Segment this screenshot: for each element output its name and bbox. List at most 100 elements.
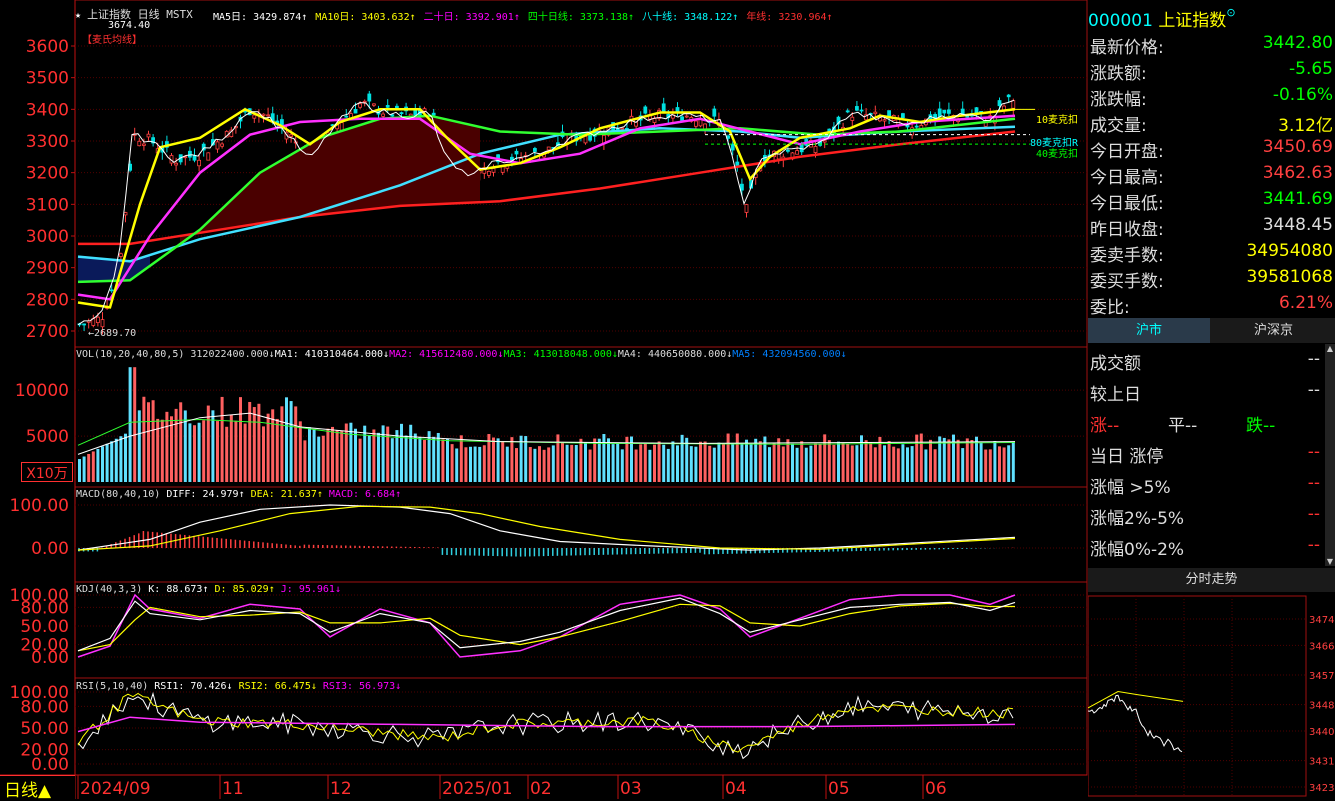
main-chart[interactable]: 3600 3500 3400 3300 3200 3100 3000 2900 2800 2700… bbox=[0, 0, 1088, 799]
volume-bar bbox=[597, 438, 601, 482]
volume-bar bbox=[841, 442, 845, 482]
price-tick-label: 3000 bbox=[26, 227, 69, 247]
volume-bar bbox=[404, 435, 408, 482]
price-tick-label: 2800 bbox=[26, 290, 69, 310]
ma-legend-item: 年线: 3230.964↑ bbox=[746, 12, 833, 23]
volume-bar bbox=[165, 411, 169, 482]
volume-bar bbox=[423, 440, 426, 482]
volume-bar bbox=[919, 433, 923, 482]
volume-bar bbox=[827, 440, 831, 482]
candle-body bbox=[96, 316, 100, 324]
time-tick-label: 2024/09 bbox=[80, 779, 151, 799]
volume-bar bbox=[441, 439, 445, 482]
volume-bar bbox=[809, 445, 813, 482]
candle-body bbox=[583, 135, 588, 144]
volume-bar bbox=[712, 447, 716, 482]
volume-bar bbox=[758, 441, 762, 482]
volume-bar bbox=[639, 444, 643, 482]
volume-bar bbox=[740, 443, 744, 482]
scroll-up-icon[interactable]: ▲ bbox=[1325, 344, 1335, 353]
candle-body bbox=[850, 116, 855, 121]
volume-bar bbox=[910, 446, 914, 482]
candle-body bbox=[942, 109, 947, 114]
candle-body bbox=[730, 143, 735, 151]
volume-bar bbox=[528, 447, 532, 482]
quote-value: 6.21% bbox=[1278, 293, 1333, 313]
intraday-tick-label: 3448 bbox=[1309, 701, 1334, 712]
candle-body bbox=[339, 122, 344, 131]
volume-bar bbox=[942, 437, 946, 482]
volume-bar bbox=[432, 436, 436, 482]
volume-bar bbox=[321, 435, 325, 482]
volume-bar bbox=[464, 447, 468, 482]
volume-bar bbox=[906, 447, 909, 482]
volume-bar bbox=[216, 421, 219, 482]
quote-value: -5.65 bbox=[1289, 59, 1333, 79]
volume-bar bbox=[271, 409, 275, 482]
volume-bar bbox=[298, 421, 302, 482]
rsi-tick-label: 0.00 bbox=[31, 755, 69, 775]
rsi-tick-label: 80.00 bbox=[20, 697, 69, 717]
volume-bar bbox=[703, 441, 707, 482]
volume-bar bbox=[768, 447, 771, 482]
intraday-title[interactable]: 分时走势 bbox=[1088, 568, 1335, 592]
volume-bar bbox=[289, 401, 293, 482]
volume-bar bbox=[873, 447, 877, 482]
intraday-tick-label: 3423 bbox=[1309, 783, 1334, 794]
volume-bar bbox=[685, 437, 689, 482]
intraday-tick-label: 3440 bbox=[1309, 727, 1334, 738]
volume-bar bbox=[225, 426, 229, 482]
volume-bar bbox=[749, 444, 753, 482]
tab-shanghai[interactable]: 沪市 bbox=[1088, 318, 1210, 343]
candle-body bbox=[367, 93, 372, 102]
quote-value: 34954080 bbox=[1246, 241, 1333, 261]
volume-bar bbox=[731, 443, 735, 482]
intraday-chart[interactable]: 3474 3466 3457 3448 3440 3431 3423 bbox=[1088, 592, 1335, 799]
price-tick-label: 2700 bbox=[26, 322, 69, 342]
candle-body bbox=[744, 204, 749, 213]
volume-bar bbox=[533, 448, 537, 482]
candle-body bbox=[206, 152, 211, 161]
candle-body bbox=[620, 127, 625, 130]
volume-bar bbox=[722, 443, 725, 482]
tab-all-markets[interactable]: 沪深京 bbox=[1212, 318, 1335, 343]
quote-row: 委比: 6.21% bbox=[1088, 291, 1335, 318]
scroll-down-icon[interactable]: ▼ bbox=[1325, 557, 1335, 566]
intraday-price-line bbox=[1088, 694, 1183, 753]
volume-bar bbox=[818, 444, 822, 482]
candle-body bbox=[997, 100, 1002, 107]
volume-bar bbox=[556, 434, 560, 482]
volume-bar bbox=[735, 433, 739, 482]
candle-body bbox=[344, 115, 349, 118]
volume-bar bbox=[473, 446, 477, 482]
quote-row: 昨日收盘: 3448.45 bbox=[1088, 213, 1335, 240]
volume-bar bbox=[234, 420, 238, 482]
period-button[interactable]: 日线▲ bbox=[0, 775, 75, 801]
candle-body bbox=[533, 148, 537, 152]
volume-bar bbox=[151, 400, 155, 482]
info-icon[interactable]: ⊙ bbox=[1226, 6, 1235, 19]
quote-row: 最新价格: 3442.80 bbox=[1088, 31, 1335, 58]
quote-label: 今日开盘: bbox=[1090, 142, 1164, 162]
volume-bar bbox=[377, 432, 380, 482]
quote-label: 最新价格: bbox=[1090, 38, 1164, 58]
candle-body bbox=[422, 108, 427, 112]
candle-body bbox=[187, 150, 192, 158]
stats-scrollbar[interactable]: ▲ ▼ bbox=[1325, 344, 1335, 566]
volume-bar bbox=[455, 448, 459, 482]
stat-vs-prev: 较上日 -- bbox=[1090, 380, 1320, 405]
volume-bar bbox=[331, 426, 334, 482]
volume-bar bbox=[294, 406, 298, 482]
peak-marker: 3674.40 bbox=[108, 20, 151, 31]
candle-body bbox=[514, 150, 519, 155]
volume-bar bbox=[1007, 445, 1011, 482]
time-tick-label: 11 bbox=[222, 779, 244, 799]
volume-bar bbox=[791, 443, 794, 482]
volume-bar bbox=[413, 433, 417, 482]
volume-bar bbox=[390, 438, 394, 482]
quote-label: 今日最高: bbox=[1090, 168, 1164, 188]
volume-bar bbox=[179, 402, 183, 482]
volume-bar bbox=[947, 439, 951, 482]
candle-body bbox=[786, 149, 790, 152]
quote-panel: 000001 上证指数⊙ 最新价格: 3442.80 涨跌额: -5.65 涨跌幅: -0… bbox=[1088, 0, 1335, 799]
